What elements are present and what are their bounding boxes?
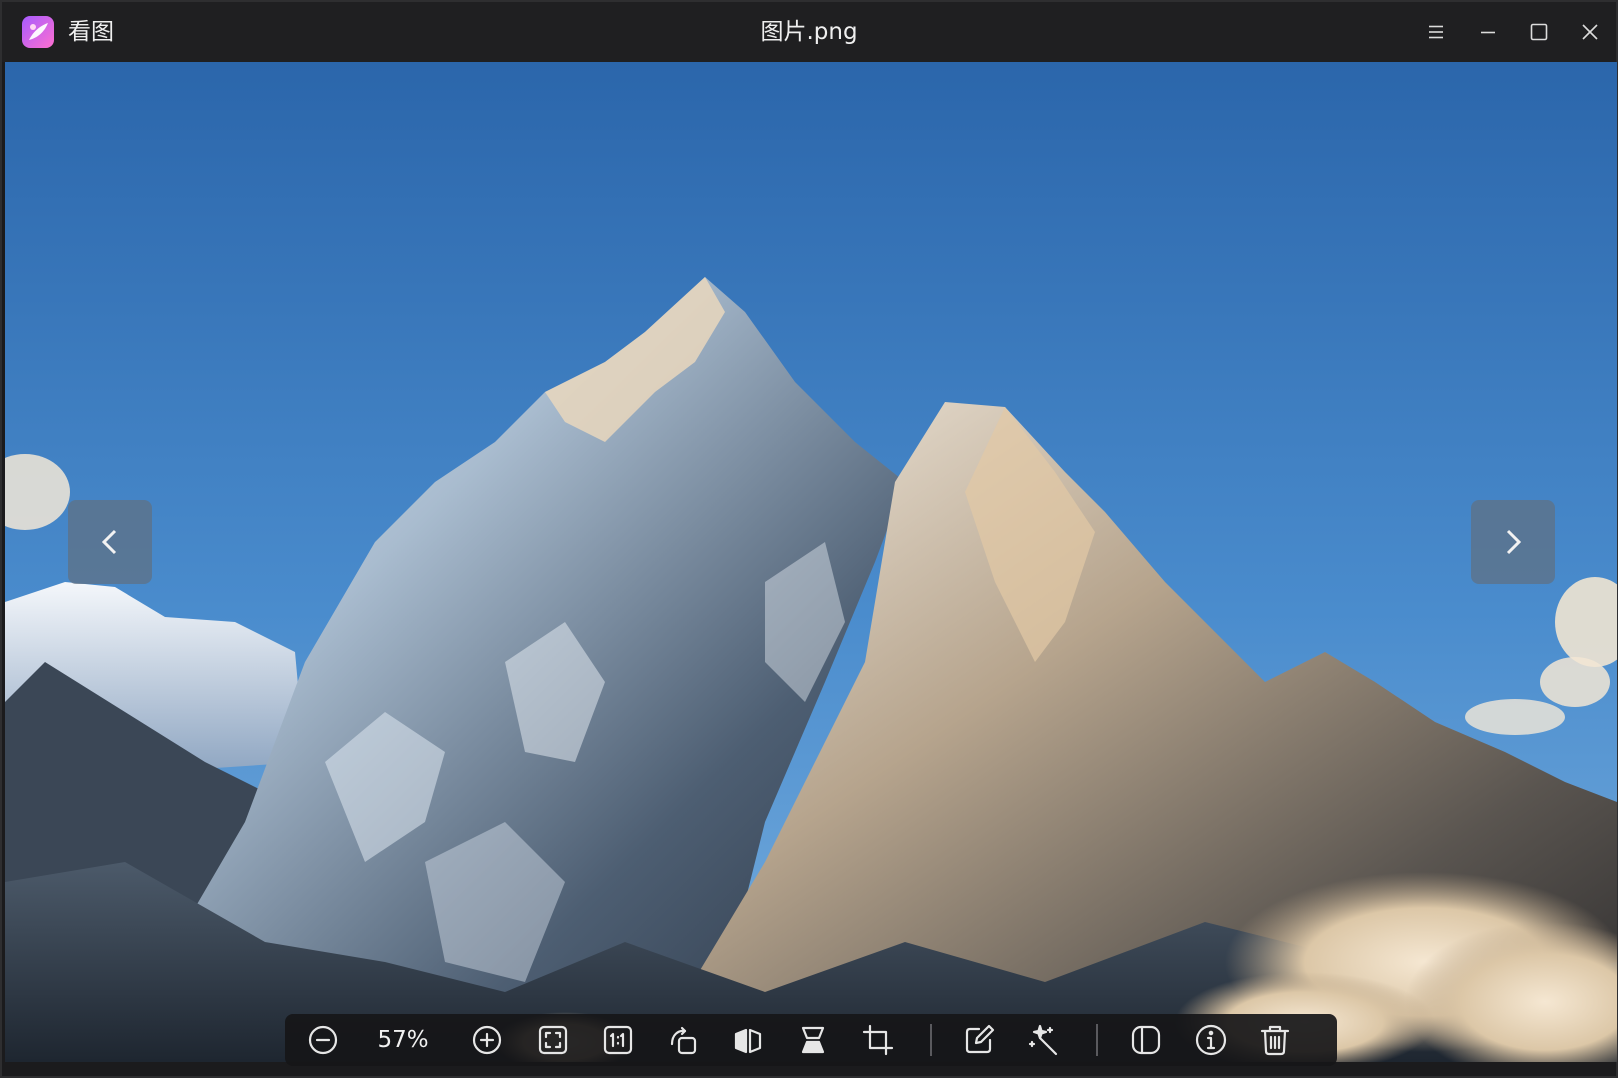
magic-wand-icon [1028, 1024, 1058, 1056]
image-canvas[interactable] [5, 62, 1617, 1062]
zoom-out-button[interactable] [302, 1019, 344, 1061]
mountain-photo [5, 62, 1617, 1062]
zoom-out-icon [308, 1025, 338, 1055]
close-button[interactable] [1568, 12, 1612, 52]
zoom-level[interactable]: 57% [363, 1023, 443, 1057]
actual-size-button[interactable] [597, 1019, 639, 1061]
compare-icon [1131, 1025, 1161, 1055]
close-icon [1582, 24, 1598, 40]
flip-horizontal-icon [734, 1028, 762, 1054]
rotate-button[interactable] [662, 1019, 704, 1061]
menu-icon [1429, 25, 1443, 39]
previous-image-button[interactable] [68, 500, 152, 584]
zoom-in-icon [472, 1025, 502, 1055]
magic-wand-button[interactable] [1023, 1019, 1065, 1061]
app-logo-icon [22, 16, 54, 48]
flip-horizontal-button[interactable] [727, 1019, 769, 1061]
delete-icon [1260, 1025, 1290, 1056]
actual-size-icon [603, 1025, 633, 1055]
fit-window-button[interactable] [532, 1019, 574, 1061]
minimize-button[interactable] [1466, 12, 1510, 52]
fit-window-icon [538, 1025, 568, 1055]
bottom-toolbar: 57% [285, 1014, 1337, 1066]
crop-button[interactable] [857, 1019, 899, 1061]
flip-vertical-button[interactable] [792, 1019, 834, 1061]
next-image-button[interactable] [1471, 500, 1555, 584]
delete-button[interactable] [1254, 1019, 1296, 1061]
info-icon [1195, 1024, 1227, 1056]
crop-icon [862, 1024, 894, 1056]
edit-button[interactable] [958, 1019, 1000, 1061]
toolbar-separator [1096, 1024, 1098, 1056]
app-window: 看图 图片.png 57% [0, 0, 1618, 1078]
maximize-button[interactable] [1517, 12, 1561, 52]
zoom-in-button[interactable] [466, 1019, 508, 1061]
info-button[interactable] [1190, 1019, 1232, 1061]
document-title: 图片.png [760, 19, 858, 45]
app-name: 看图 [68, 19, 114, 45]
compare-button[interactable] [1125, 1019, 1167, 1061]
rotate-icon [670, 1026, 697, 1055]
flip-vertical-icon [801, 1026, 825, 1054]
document-title-wrap: 图片.png [2, 16, 1616, 48]
menu-button[interactable] [1414, 12, 1458, 52]
maximize-icon [1530, 23, 1548, 41]
title-bar: 看图 图片.png [2, 2, 1616, 62]
chevron-left-icon [101, 529, 117, 555]
chevron-right-icon [1506, 529, 1522, 555]
toolbar-separator [930, 1024, 932, 1056]
minimize-icon [1481, 31, 1495, 34]
edit-icon [965, 1024, 995, 1054]
